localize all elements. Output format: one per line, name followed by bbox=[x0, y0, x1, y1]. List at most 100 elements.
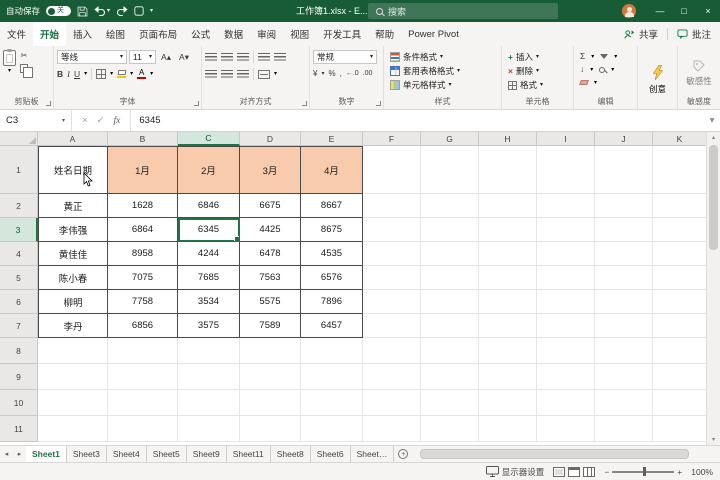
table-cell[interactable]: 7758 bbox=[108, 290, 178, 314]
cell[interactable] bbox=[301, 338, 363, 364]
table-cell[interactable]: 陈小春 bbox=[38, 266, 108, 290]
table-header-cell[interactable]: 3月 bbox=[240, 146, 301, 194]
table-cell[interactable]: 4535 bbox=[301, 242, 363, 266]
font-size-select[interactable]: 11 ▾ bbox=[129, 50, 156, 64]
cut-icon[interactable]: ✂ bbox=[21, 52, 28, 60]
cell[interactable] bbox=[108, 364, 178, 390]
tab-help[interactable]: 帮助 bbox=[368, 22, 401, 46]
comma-icon[interactable]: , bbox=[340, 69, 342, 78]
sheet-nav-right-icon[interactable]: ▸ bbox=[13, 446, 26, 462]
cell[interactable] bbox=[363, 338, 421, 364]
cell[interactable] bbox=[363, 390, 421, 416]
cell[interactable] bbox=[653, 364, 706, 390]
font-name-select[interactable]: 等线 ▾ bbox=[57, 50, 127, 64]
cell[interactable] bbox=[595, 364, 653, 390]
caret-down-icon[interactable]: ▾ bbox=[110, 71, 113, 77]
comments-button[interactable]: 批注 bbox=[668, 22, 720, 46]
table-cell[interactable]: 7563 bbox=[240, 266, 301, 290]
cell[interactable] bbox=[537, 338, 595, 364]
cell[interactable] bbox=[479, 290, 537, 314]
cell[interactable] bbox=[108, 390, 178, 416]
touch-mouse-mode-icon[interactable] bbox=[134, 6, 144, 16]
tab-power-pivot[interactable]: Power Pivot bbox=[401, 22, 466, 46]
cell[interactable] bbox=[653, 290, 706, 314]
cell[interactable] bbox=[653, 242, 706, 266]
cell[interactable] bbox=[479, 242, 537, 266]
cell[interactable] bbox=[537, 364, 595, 390]
table-cell[interactable]: 8675 bbox=[301, 218, 363, 242]
tab-developer[interactable]: 开发工具 bbox=[316, 22, 368, 46]
row-header[interactable]: 10 bbox=[0, 390, 38, 416]
table-cell[interactable]: 7075 bbox=[108, 266, 178, 290]
cell[interactable] bbox=[537, 242, 595, 266]
cell[interactable] bbox=[537, 266, 595, 290]
redo-button[interactable] bbox=[116, 6, 128, 16]
cell[interactable] bbox=[595, 218, 653, 242]
caret-down-icon[interactable]: ▾ bbox=[130, 71, 133, 77]
caret-down-icon[interactable]: ▾ bbox=[274, 71, 277, 77]
column-header[interactable]: E bbox=[301, 132, 363, 146]
tab-file[interactable]: 文件 bbox=[0, 22, 33, 46]
sheet-tab[interactable]: Sheet1 bbox=[26, 446, 67, 462]
caret-down-icon[interactable]: ▾ bbox=[84, 71, 87, 77]
sheet-tab[interactable]: Sheet4 bbox=[107, 446, 147, 462]
decrease-decimal-icon[interactable]: .00 bbox=[363, 70, 373, 77]
cell[interactable] bbox=[421, 242, 479, 266]
minimize-button[interactable]: — bbox=[648, 0, 672, 22]
sheet-tab[interactable]: Sheet6 bbox=[311, 446, 351, 462]
autosave-toggle[interactable]: 关 bbox=[46, 6, 72, 16]
cell[interactable] bbox=[595, 266, 653, 290]
row-header[interactable]: 11 bbox=[0, 416, 38, 442]
select-all-corner[interactable] bbox=[0, 132, 38, 146]
row-header[interactable]: 1 bbox=[0, 146, 38, 194]
zoom-in-button[interactable]: + bbox=[677, 467, 682, 477]
cell[interactable] bbox=[240, 416, 301, 442]
cell[interactable] bbox=[479, 194, 537, 218]
scrollbar-thumb[interactable] bbox=[420, 449, 689, 459]
cell[interactable] bbox=[421, 194, 479, 218]
align-top-icon[interactable] bbox=[205, 52, 217, 62]
save-button[interactable] bbox=[77, 6, 88, 17]
cell[interactable] bbox=[479, 218, 537, 242]
table-cell[interactable]: 8667 bbox=[301, 194, 363, 218]
table-cell[interactable]: 6675 bbox=[240, 194, 301, 218]
cell[interactable] bbox=[595, 146, 653, 194]
column-header[interactable]: J bbox=[595, 132, 653, 146]
table-cell[interactable]: 李丹 bbox=[38, 314, 108, 338]
tab-review[interactable]: 审阅 bbox=[250, 22, 283, 46]
underline-button[interactable]: U bbox=[74, 70, 80, 79]
cell[interactable] bbox=[479, 146, 537, 194]
sensitivity-button[interactable]: 敏感性 bbox=[678, 46, 720, 96]
dialog-launcher-icon[interactable] bbox=[376, 101, 381, 106]
cell[interactable] bbox=[653, 146, 706, 194]
currency-icon[interactable]: ¥ bbox=[313, 69, 317, 78]
font-color-icon[interactable]: A bbox=[137, 68, 147, 80]
align-center-icon[interactable] bbox=[221, 69, 233, 79]
cell[interactable] bbox=[421, 338, 479, 364]
number-format-select[interactable]: 常规 ▾ bbox=[313, 50, 377, 64]
column-header[interactable]: I bbox=[537, 132, 595, 146]
cell[interactable] bbox=[653, 338, 706, 364]
tab-draw[interactable]: 绘图 bbox=[99, 22, 132, 46]
caret-down-icon[interactable]: ▾ bbox=[150, 71, 153, 77]
cell[interactable] bbox=[240, 364, 301, 390]
table-header-cell[interactable]: 姓名日期 bbox=[38, 146, 108, 194]
zoom-slider[interactable] bbox=[612, 467, 675, 476]
row-header[interactable]: 5 bbox=[0, 266, 38, 290]
view-normal-button[interactable] bbox=[553, 466, 566, 477]
cell[interactable] bbox=[421, 390, 479, 416]
tab-home[interactable]: 开始 bbox=[33, 22, 67, 46]
cell[interactable] bbox=[38, 390, 108, 416]
align-left-icon[interactable] bbox=[205, 69, 217, 79]
zoom-level[interactable]: 100% bbox=[691, 467, 713, 477]
caret-down-icon[interactable]: ▾ bbox=[321, 71, 324, 77]
cell[interactable] bbox=[178, 338, 240, 364]
customize-toolbar-icon[interactable]: ▾ bbox=[150, 8, 153, 14]
cell[interactable] bbox=[108, 338, 178, 364]
cell[interactable] bbox=[363, 364, 421, 390]
cell[interactable] bbox=[479, 390, 537, 416]
table-cell[interactable]: 1628 bbox=[108, 194, 178, 218]
cell[interactable] bbox=[178, 364, 240, 390]
table-cell[interactable]: 4425 bbox=[240, 218, 301, 242]
cell[interactable] bbox=[653, 266, 706, 290]
